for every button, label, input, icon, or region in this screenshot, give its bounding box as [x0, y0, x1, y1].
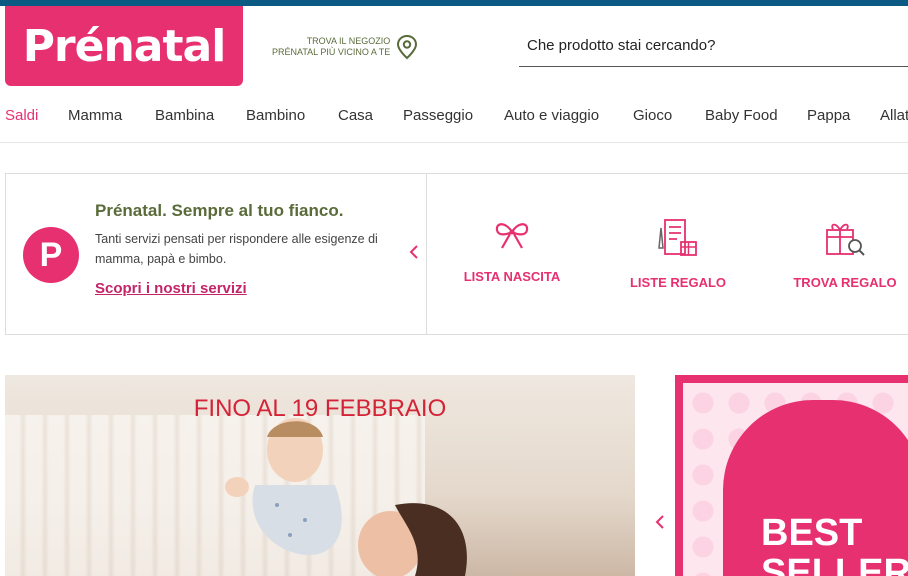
services-badge: P	[23, 227, 79, 283]
store-locator-text: TROVA IL NEGOZIO PRÉNATAL PIÙ VICINO A T…	[272, 36, 390, 58]
nav-item-gioco[interactable]: Gioco	[633, 107, 672, 124]
chevron-left-icon	[655, 515, 664, 529]
nav-item-casa[interactable]: Casa	[338, 107, 373, 124]
bow-icon	[495, 223, 529, 249]
promo-text: BEST SELLER	[761, 513, 908, 576]
services-link[interactable]: Scopri i nostri servizi	[95, 280, 247, 297]
main-nav: Saldi Mamma Bambina Bambino Casa Passegg…	[0, 100, 908, 143]
promo-line2: SELLER	[761, 552, 908, 576]
hero-banner[interactable]: FINO AL 19 FEBBRAIO	[5, 375, 635, 576]
feature-trova-regalo[interactable]: TROVA REGALO	[770, 218, 908, 290]
feature-lista-nascita[interactable]: LISTA NASCITA	[437, 218, 587, 284]
brand-logo-text: Prénatal	[22, 20, 227, 72]
hero-title: FINO AL 19 FEBBRAIO	[193, 395, 447, 422]
store-locator[interactable]: TROVA IL NEGOZIO PRÉNATAL PIÙ VICINO A T…	[272, 34, 418, 60]
search-bar	[519, 30, 908, 67]
feature-liste-regalo-label: LISTE REGALO	[629, 275, 727, 290]
store-locator-line2: PRÉNATAL PIÙ VICINO A TE	[272, 47, 391, 57]
chevron-left-icon	[409, 245, 418, 259]
feature-liste-regalo[interactable]: LISTE REGALO	[603, 218, 753, 290]
nav-item-mamma[interactable]: Mamma	[68, 107, 122, 124]
promo-banner[interactable]: BEST SELLER	[675, 375, 908, 576]
search-input[interactable]	[519, 30, 908, 60]
feature-lista-nascita-label: LISTA NASCITA	[463, 269, 561, 284]
services-description: Tanti servizi pensati per rispondere all…	[95, 232, 378, 266]
feature-trova-regalo-label: TROVA REGALO	[793, 275, 897, 290]
brand-logo[interactable]: Prénatal	[5, 6, 243, 86]
list-gift-icon	[658, 219, 697, 256]
nav-item-pappa[interactable]: Pappa	[807, 107, 850, 124]
nav-item-saldi[interactable]: Saldi	[5, 107, 38, 124]
store-locator-line1: TROVA IL NEGOZIO	[306, 36, 391, 46]
services-badge-letter: P	[39, 235, 63, 274]
nav-item-auto-e-viaggio[interactable]: Auto e viaggio	[504, 107, 599, 124]
nav-item-baby-food[interactable]: Baby Food	[705, 107, 778, 124]
nav-item-bambino[interactable]: Bambino	[246, 107, 305, 124]
services-panel: P Prénatal. Sempre al tuo fianco. Tanti …	[5, 173, 908, 335]
nav-item-passeggio[interactable]: Passeggio	[403, 107, 473, 124]
promo-prev-arrow[interactable]	[655, 514, 665, 535]
promo-line1: BEST	[761, 512, 863, 554]
nav-item-allattamento[interactable]: Allat	[880, 107, 908, 124]
services-divider	[426, 174, 427, 335]
services-title: Prénatal. Sempre al tuo fianco.	[95, 201, 344, 220]
nav-item-bambina[interactable]: Bambina	[155, 107, 214, 124]
map-pin-icon	[397, 34, 418, 60]
gift-search-icon	[826, 223, 865, 256]
services-prev-arrow[interactable]	[409, 244, 419, 265]
